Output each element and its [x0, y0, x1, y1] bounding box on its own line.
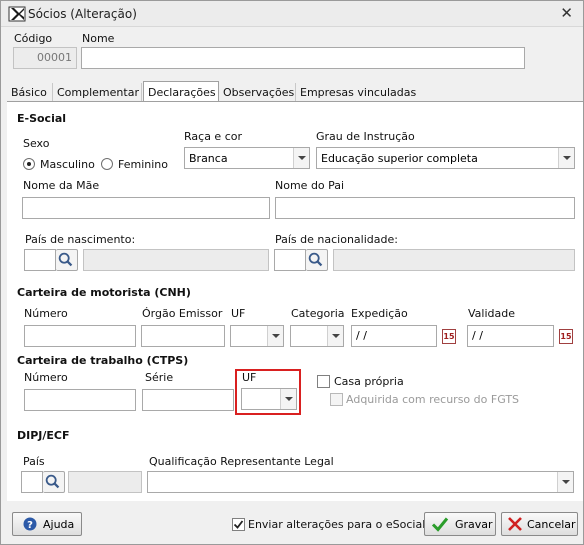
pais-nacionalidade-desc-field	[333, 249, 575, 271]
nome-label: Nome	[82, 32, 115, 45]
raca-select[interactable]: Branca	[184, 147, 310, 169]
raca-value: Branca	[189, 152, 228, 165]
sexo-masculino-radio[interactable]	[23, 158, 35, 170]
nome-mae-label: Nome da Mãe	[23, 179, 100, 192]
grau-label: Grau de Instrução	[316, 130, 415, 143]
chevron-down-icon	[293, 148, 309, 168]
pais-nacionalidade-code-field[interactable]	[274, 249, 306, 271]
cnh-section-title: Carteira de motorista (CNH)	[17, 286, 191, 299]
calendar-icon[interactable]: 15	[442, 329, 456, 344]
qualificacao-label: Qualificação Representante Legal	[149, 455, 334, 468]
check-icon	[431, 517, 449, 532]
search-icon	[308, 252, 323, 267]
casa-propria-checkbox[interactable]	[317, 375, 330, 388]
ajuda-button[interactable]: ? Ajuda	[12, 512, 82, 536]
window-title: Sócios (Alteração)	[28, 7, 137, 21]
sexo-feminino-label: Feminino	[118, 158, 168, 171]
cnh-numero-label: Número	[24, 307, 68, 320]
pais-nacionalidade-label: País de nacionalidade:	[275, 233, 398, 246]
dipj-pais-label: País	[23, 455, 45, 468]
ctps-section-title: Carteira de trabalho (CTPS)	[17, 354, 189, 367]
ajuda-label: Ajuda	[43, 518, 75, 531]
tab-observacoes[interactable]: Observações	[219, 83, 296, 102]
cnh-validade-field[interactable]: / /	[467, 325, 554, 347]
cnh-expedicao-label: Expedição	[351, 307, 408, 320]
nome-pai-label: Nome do Pai	[275, 179, 345, 192]
cnh-orgao-field[interactable]	[141, 325, 225, 347]
close-icon[interactable]: ✕	[560, 5, 573, 21]
socios-window: Sócios (Alteração) ✕ Código 00001 Nome B…	[0, 0, 584, 545]
pais-nascimento-label: País de nascimento:	[25, 233, 136, 246]
cnh-numero-field[interactable]	[24, 325, 136, 347]
cnh-validade-label: Validade	[468, 307, 515, 320]
ctps-numero-field[interactable]	[24, 389, 136, 411]
title-bar: Sócios (Alteração) ✕	[1, 1, 583, 27]
pais-nascimento-search-button[interactable]	[56, 249, 78, 271]
pais-nacionalidade-search-button[interactable]	[306, 249, 328, 271]
chevron-down-icon	[558, 148, 574, 168]
cnh-categoria-label: Categoria	[291, 307, 345, 320]
ctps-serie-label: Série	[145, 371, 174, 384]
search-icon	[58, 252, 73, 267]
cnh-orgao-label: Órgão Emissor	[142, 307, 223, 320]
grau-value: Educação superior completa	[321, 152, 478, 165]
chevron-down-icon	[267, 326, 283, 346]
pais-nascimento-lookup	[24, 249, 78, 271]
qualificacao-select[interactable]	[147, 471, 574, 493]
checkmark-icon	[233, 520, 244, 529]
cancel-icon	[508, 517, 522, 531]
sexo-masculino-label: Masculino	[40, 158, 95, 171]
cnh-expedicao-field[interactable]: / /	[351, 325, 437, 347]
dipj-pais-lookup	[21, 471, 65, 493]
enviar-esocial-checkbox[interactable]	[232, 518, 245, 531]
app-logo-icon	[8, 6, 26, 22]
nome-pai-field[interactable]	[275, 197, 575, 219]
dipj-pais-code-field[interactable]	[21, 471, 43, 493]
cnh-categoria-select[interactable]	[290, 325, 344, 347]
tab-empresas-vinculadas[interactable]: Empresas vinculadas	[296, 83, 416, 102]
dipj-pais-search-button[interactable]	[43, 471, 65, 493]
tab-complementar[interactable]: Complementar	[53, 83, 142, 102]
chevron-down-icon	[557, 472, 573, 492]
cancelar-button[interactable]: Cancelar	[501, 512, 578, 536]
pais-nascimento-code-field[interactable]	[24, 249, 56, 271]
esocial-section-title: E-Social	[17, 112, 67, 125]
tab-declaracoes[interactable]: Declarações	[143, 81, 219, 103]
sexo-feminino-radio[interactable]	[101, 158, 113, 170]
sexo-label: Sexo	[23, 137, 50, 150]
tab-basico[interactable]: Básico	[7, 83, 53, 102]
ctps-serie-field[interactable]	[142, 389, 234, 411]
help-icon: ?	[23, 517, 37, 531]
gravar-button[interactable]: Gravar	[424, 512, 496, 536]
search-icon	[45, 474, 60, 489]
pais-nacionalidade-lookup	[274, 249, 328, 271]
raca-label: Raça e cor	[184, 130, 242, 143]
codigo-label: Código	[14, 32, 53, 45]
casa-propria-label: Casa própria	[334, 375, 404, 388]
dipj-pais-desc-field	[68, 471, 142, 493]
dipj-section-title: DIPJ/ECF	[17, 429, 70, 442]
cancelar-label: Cancelar	[527, 518, 576, 531]
enviar-esocial-label: Enviar alterações para o eSocial	[248, 518, 426, 531]
cnh-uf-label: UF	[231, 307, 246, 320]
pais-nascimento-desc-field	[83, 249, 269, 271]
fgts-checkbox	[330, 393, 343, 406]
highlight-box	[235, 369, 301, 415]
nome-mae-field[interactable]	[22, 197, 270, 219]
codigo-field: 00001	[13, 47, 77, 69]
grau-select[interactable]: Educação superior completa	[316, 147, 575, 169]
fgts-label: Adquirida com recurso do FGTS	[346, 393, 520, 406]
nome-field[interactable]	[81, 47, 525, 69]
chevron-down-icon	[327, 326, 343, 346]
cnh-uf-select[interactable]	[230, 325, 284, 347]
gravar-label: Gravar	[455, 518, 493, 531]
svg-text:?: ?	[27, 520, 33, 531]
ctps-numero-label: Número	[24, 371, 68, 384]
calendar-icon[interactable]: 15	[559, 329, 573, 344]
